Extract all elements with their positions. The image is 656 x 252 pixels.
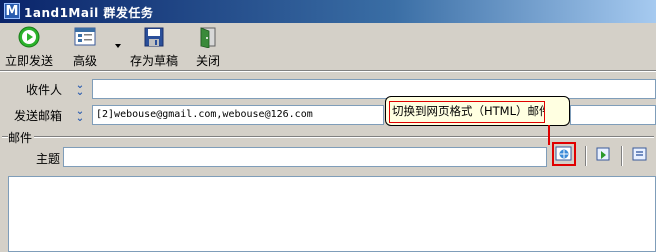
import-button[interactable] — [595, 145, 613, 163]
recipients-label: 收件人 — [26, 83, 63, 97]
import-icon — [596, 147, 610, 161]
recipients-expand-icon[interactable]: ⌄ ⌄ — [74, 81, 86, 98]
sender-input-tail[interactable] — [570, 105, 656, 125]
send-now-button[interactable]: 立即发送 — [4, 25, 54, 68]
toolbar: 立即发送 高级 存为草稿 关闭 — [0, 23, 656, 69]
html-format-highlight — [552, 142, 576, 166]
save-draft-button[interactable]: 存为草稿 — [126, 25, 182, 68]
app-logo-icon: M — [4, 3, 20, 19]
recipients-input[interactable] — [92, 79, 656, 99]
sender-expand-icon[interactable]: ⌄ ⌄ — [74, 107, 86, 124]
tooltip-pointer — [548, 125, 550, 145]
button-divider — [585, 146, 587, 166]
mail-group-border — [2, 136, 654, 138]
toolbar-divider — [0, 70, 656, 72]
advanced-settings-icon — [74, 27, 96, 46]
title-bar: M 1and1Mail 群发任务 — [0, 0, 656, 23]
play-icon — [18, 26, 40, 48]
save-disk-icon — [144, 27, 164, 47]
send-now-label: 立即发送 — [4, 54, 53, 68]
close-label: 关闭 — [195, 54, 220, 68]
window-title: 1and1Mail 群发任务 — [24, 6, 154, 20]
save-draft-label: 存为草稿 — [129, 54, 178, 68]
sender-label: 发送邮箱 — [14, 109, 63, 123]
close-button[interactable]: 关闭 — [190, 25, 226, 68]
subject-label: 主题 — [36, 152, 61, 166]
close-door-icon — [200, 27, 216, 48]
advanced-label: 高级 — [72, 54, 97, 68]
mail-group-label: 邮件 — [8, 129, 35, 146]
sender-input[interactable]: [2]webouse@gmail.com,webouse@126.com — [92, 105, 384, 125]
advanced-dropdown-arrow[interactable] — [115, 44, 121, 48]
mail-body-editor[interactable] — [8, 176, 656, 252]
advanced-button[interactable]: 高级 — [62, 25, 108, 68]
export-button[interactable] — [631, 145, 649, 163]
html-tooltip: 切换到网页格式（HTML）邮件 — [385, 96, 570, 126]
button-divider — [621, 146, 623, 166]
html-tooltip-text: 切换到网页格式（HTML）邮件 — [389, 101, 545, 123]
export-icon — [632, 147, 647, 161]
subject-input[interactable] — [63, 147, 547, 167]
